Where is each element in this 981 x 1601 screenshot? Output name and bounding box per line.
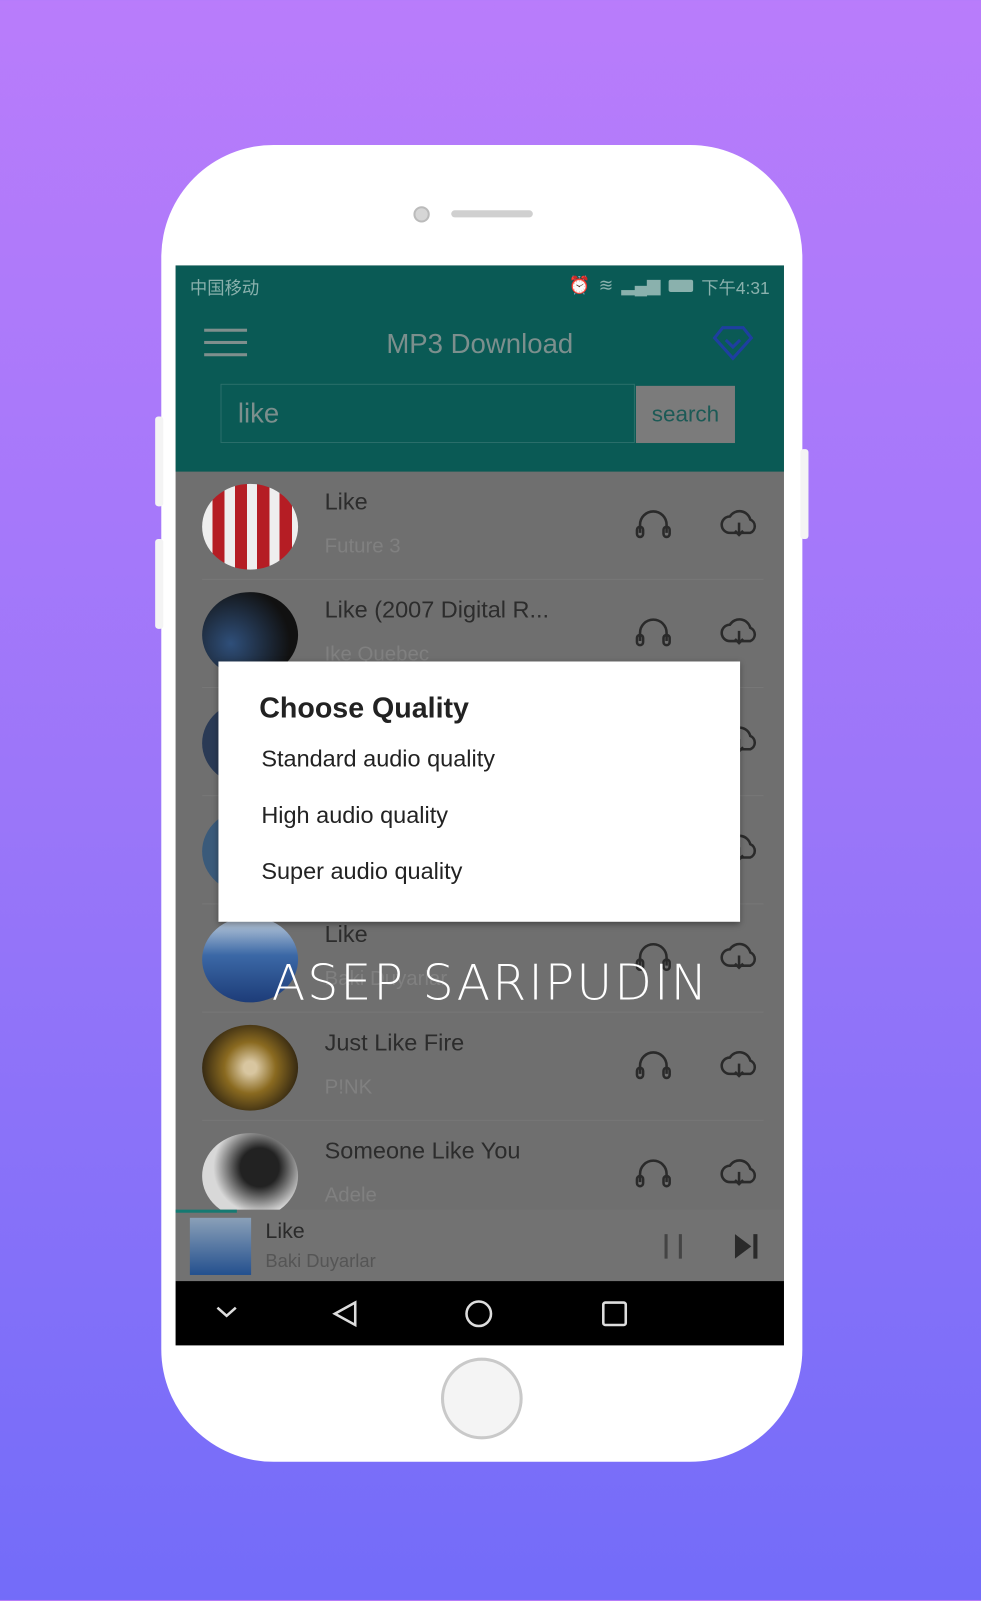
now-playing-artwork — [189, 1217, 252, 1275]
cloud-download-icon[interactable] — [719, 1047, 760, 1087]
song-title: Like — [324, 920, 368, 948]
headphones-icon[interactable] — [633, 506, 674, 546]
front-camera — [413, 206, 430, 223]
recents-icon[interactable] — [600, 1299, 629, 1333]
app-title: MP3 Download — [386, 328, 574, 360]
alarm-icon: ⏰ — [568, 275, 591, 296]
signal-icon: ▂▄▆ — [621, 275, 661, 296]
headphones-icon[interactable] — [633, 1047, 674, 1087]
search-button[interactable]: search — [635, 385, 735, 444]
now-playing-artist: Baki Duyarlar — [265, 1250, 376, 1271]
volume-up-button — [155, 416, 164, 507]
battery-icon — [668, 279, 694, 292]
now-playing-title: Like — [265, 1219, 305, 1244]
song-artist: Adele — [324, 1184, 377, 1207]
home-button[interactable] — [440, 1357, 523, 1440]
power-button — [800, 449, 809, 539]
android-nav-bar — [175, 1281, 784, 1346]
cloud-download-icon[interactable] — [719, 1156, 760, 1196]
song-title: Like — [324, 487, 368, 515]
song-row[interactable]: Like Future 3 — [176, 472, 784, 580]
song-title: Like (2007 Digital R... — [324, 596, 550, 623]
skip-next-icon[interactable] — [733, 1232, 760, 1261]
song-title: Just Like Fire — [324, 1028, 465, 1056]
status-bar: 中国移动 ⏰ ≋ ▂▄▆ 下午4:31 — [190, 274, 770, 298]
option-standard-quality[interactable]: Standard audio quality — [261, 745, 495, 773]
dialog-title: Choose Quality — [259, 692, 469, 724]
song-row[interactable]: Just Like Fire P!NK — [176, 1013, 784, 1121]
song-title: Someone Like You — [324, 1137, 521, 1164]
back-icon[interactable] — [331, 1299, 360, 1333]
search-input[interactable]: like — [220, 383, 635, 444]
cloud-download-icon[interactable] — [719, 506, 760, 546]
headphones-icon[interactable] — [633, 1156, 674, 1196]
now-playing-bar[interactable]: Like Baki Duyarlar — [175, 1209, 784, 1282]
home-nav-icon[interactable] — [463, 1299, 494, 1333]
wifi-icon: ≋ — [598, 275, 614, 296]
album-art — [202, 483, 299, 570]
choose-quality-dialog: Choose Quality Standard audio quality Hi… — [218, 661, 741, 922]
headphones-icon[interactable] — [633, 615, 674, 655]
hide-keyboard-icon[interactable] — [214, 1299, 238, 1329]
pause-icon[interactable] — [661, 1232, 685, 1261]
carrier-label: 中国移动 — [189, 278, 260, 298]
earpiece-speaker — [451, 210, 533, 218]
option-super-quality[interactable]: Super audio quality — [261, 857, 462, 885]
cloud-download-icon[interactable] — [719, 615, 760, 655]
clock: 下午4:31 — [701, 278, 770, 298]
volume-down-button — [155, 538, 164, 629]
playback-progress — [175, 1209, 237, 1213]
watermark: ASEP SARIPUDIN — [271, 954, 710, 1012]
album-art — [202, 1133, 299, 1219]
song-artist: P!NK — [324, 1075, 373, 1099]
song-artist: Future 3 — [324, 534, 401, 558]
vip-diamond-icon[interactable] — [712, 325, 754, 362]
option-high-quality[interactable]: High audio quality — [261, 801, 448, 829]
album-art — [202, 1024, 299, 1111]
app-header: 中国移动 ⏰ ≋ ▂▄▆ 下午4:31 MP3 Download like se… — [175, 265, 784, 472]
